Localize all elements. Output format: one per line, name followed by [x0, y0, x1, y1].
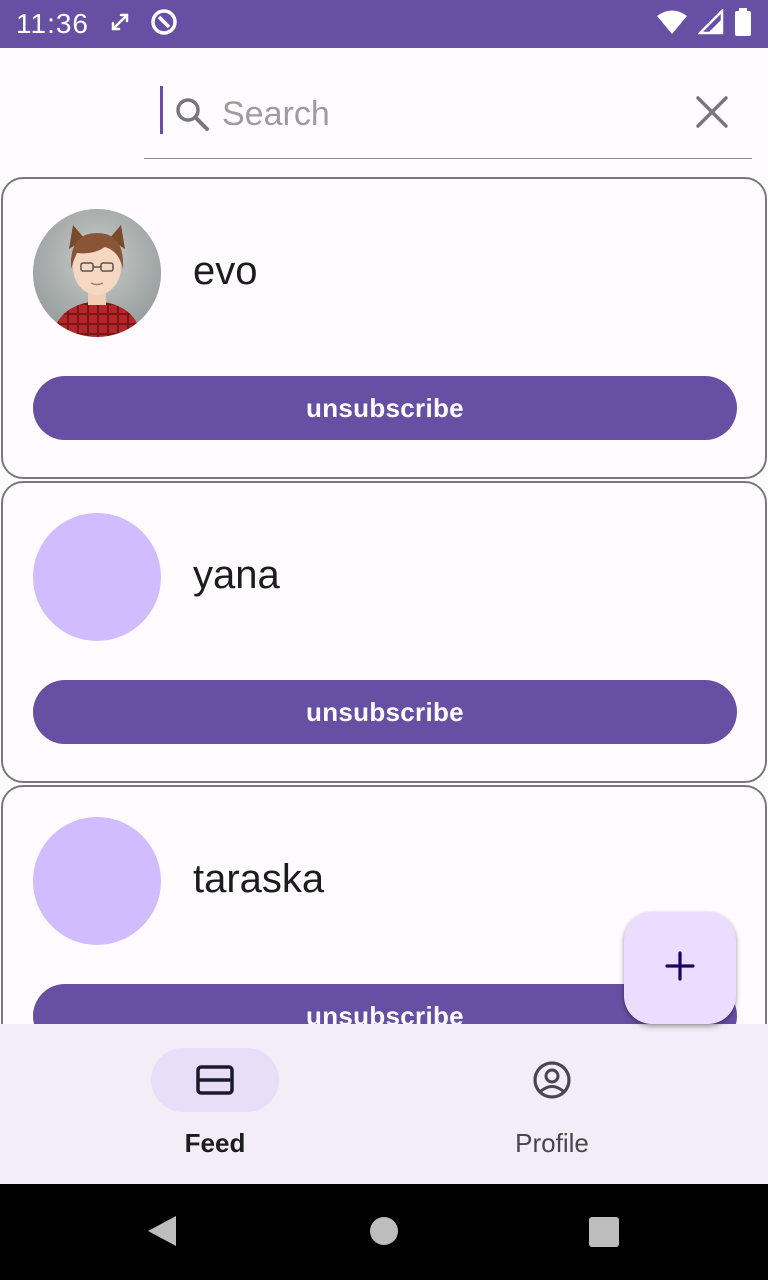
nav-item-feed[interactable]: Feed: [0, 1024, 384, 1184]
avatar-placeholder[interactable]: [33, 817, 161, 945]
search-bar: [144, 74, 752, 159]
username: taraska: [193, 857, 325, 901]
avatar-placeholder[interactable]: [33, 513, 161, 641]
home-icon[interactable]: [369, 1216, 399, 1251]
nav-item-profile[interactable]: Profile: [384, 1024, 768, 1184]
battery-icon: [734, 7, 752, 41]
username: yana: [193, 553, 280, 597]
unsubscribe-button[interactable]: unsubscribe: [33, 376, 737, 440]
unsubscribe-button[interactable]: unsubscribe: [33, 680, 737, 744]
close-icon[interactable]: [692, 92, 732, 132]
system-navigation-bar: [0, 1184, 768, 1280]
username: evo: [193, 249, 258, 293]
app-notification-icon: [149, 7, 179, 42]
status-time: 11:36: [16, 8, 89, 39]
wifi-icon: [656, 9, 688, 40]
subscription-card: yana unsubscribe: [1, 481, 767, 783]
add-subscription-button[interactable]: [624, 912, 736, 1024]
screen: 11:36 Search evo unsubscribe yana unsubs…: [0, 0, 768, 1280]
search-icon: [174, 96, 210, 132]
cellular-signal-icon: [696, 7, 724, 40]
back-icon[interactable]: [146, 1214, 178, 1253]
nav-label-profile: Profile: [515, 1128, 589, 1158]
profile-icon: [532, 1060, 572, 1100]
feed-icon: [195, 1060, 235, 1100]
search-input[interactable]: [222, 88, 672, 140]
avatar[interactable]: [33, 209, 161, 337]
bottom-navigation: Feed Profile: [0, 1024, 768, 1184]
recents-icon[interactable]: [588, 1216, 620, 1253]
text-cursor: [160, 86, 163, 134]
sync-arrows-icon: [109, 11, 131, 38]
subscription-card: evo unsubscribe: [1, 177, 767, 479]
plus-icon: [664, 950, 696, 987]
status-bar: 11:36: [0, 0, 768, 48]
